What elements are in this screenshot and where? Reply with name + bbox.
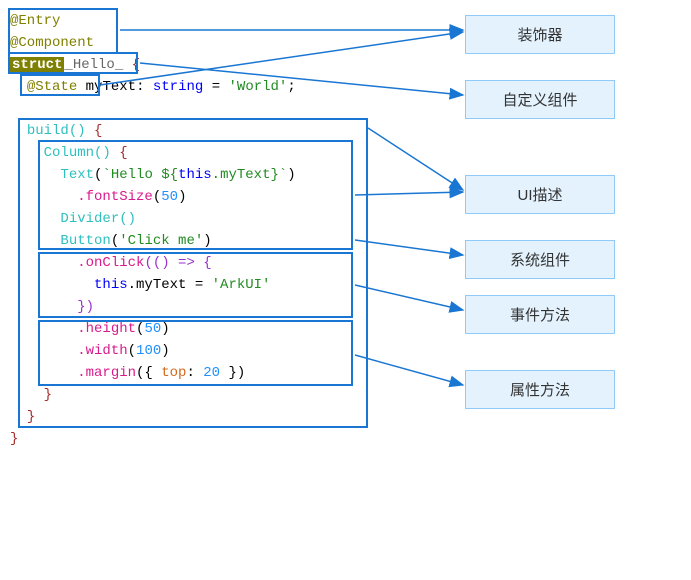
label-system-component: 系统组件	[465, 240, 615, 279]
struct-name: _Hello_	[64, 57, 123, 73]
margin-method: .margin	[77, 365, 136, 381]
build-fn: build()	[27, 123, 86, 139]
fontsize-method: .fontSize	[77, 189, 153, 205]
entry-decorator: @Entry	[10, 13, 60, 29]
label-custom-component: 自定义组件	[465, 80, 615, 119]
text-fn: Text	[60, 167, 94, 183]
divider-fn: Divider()	[60, 211, 136, 227]
label-ui-desc: UI描述	[465, 175, 615, 214]
height-method: .height	[77, 321, 136, 337]
label-event-method: 事件方法	[465, 295, 615, 334]
struct-keyword: struct	[10, 57, 64, 73]
button-fn: Button	[60, 233, 110, 249]
column-fn: Column()	[44, 145, 111, 161]
onclick-method: .onClick	[77, 255, 144, 271]
label-decorator: 装饰器	[465, 15, 615, 54]
code-block: @Entry @Component struct_Hello_ { @State…	[10, 10, 380, 450]
width-method: .width	[77, 343, 127, 359]
state-decorator: @State	[27, 79, 77, 95]
label-attr-method: 属性方法	[465, 370, 615, 409]
component-decorator: @Component	[10, 35, 94, 51]
